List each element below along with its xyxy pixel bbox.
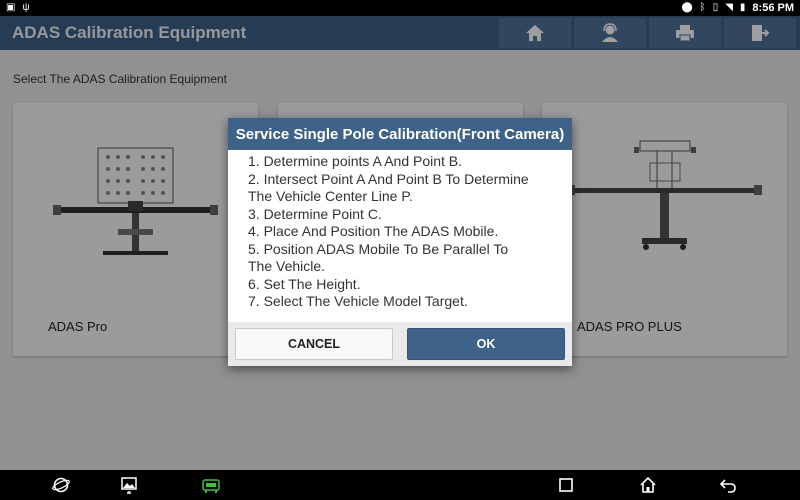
dialog-footer: CANCEL OK <box>228 322 572 366</box>
instruction-line: 2. Intersect Point A And Point B To Dete… <box>248 170 529 187</box>
back-icon <box>719 479 736 493</box>
gallery-button[interactable] <box>119 475 139 495</box>
status-left: ▣ ψ <box>6 0 30 16</box>
location-icon: ⬤ <box>681 2 693 13</box>
navigation-bar <box>0 470 800 500</box>
nav-home-button[interactable] <box>638 475 658 495</box>
vci-icon <box>202 479 220 493</box>
recents-button[interactable] <box>556 475 576 495</box>
vci-button[interactable] <box>201 475 221 495</box>
instruction-line: 3. Determine Point C. <box>248 205 382 222</box>
instruction-line: 6. Set The Height. <box>248 275 361 292</box>
instruction-line: 7. Select The Vehicle Model Target. <box>248 293 468 309</box>
browser-icon <box>52 477 70 493</box>
status-time: 8:56 PM <box>752 2 794 14</box>
recents-icon <box>559 478 573 492</box>
bluetooth-icon: ᛒ <box>699 2 706 13</box>
status-right: ⬤ ᛒ ▯ ◥ ▮ 8:56 PM <box>681 0 794 16</box>
calibration-dialog: Service Single Pole Calibration(Front Ca… <box>228 118 572 366</box>
instruction-line: 5. Position ADAS Mobile To Be Parallel T… <box>248 240 509 257</box>
ok-button[interactable]: OK <box>407 328 565 360</box>
home-icon <box>640 476 656 493</box>
image-icon: ▣ <box>6 2 16 13</box>
dialog-body: 1. Determine points A And Point B. 2. In… <box>228 150 572 322</box>
instruction-line: The Vehicle. <box>248 258 326 274</box>
battery-icon: ▮ <box>739 2 746 13</box>
cancel-button[interactable]: CANCEL <box>235 328 393 360</box>
instruction-line: 4. Place And Position The ADAS Mobile. <box>248 223 499 239</box>
gallery-icon <box>121 477 137 494</box>
dialog-title: Service Single Pole Calibration(Front Ca… <box>228 118 572 150</box>
usb-icon: ψ <box>22 2 30 13</box>
browser-button[interactable] <box>51 475 71 495</box>
status-bar: ▣ ψ ⬤ ᛒ ▯ ◥ ▮ 8:56 PM <box>0 0 800 16</box>
wifi-icon: ◥ <box>725 2 733 13</box>
back-button[interactable] <box>718 475 738 495</box>
instruction-line: 1. Determine points A And Point B. <box>248 153 463 169</box>
instruction-line: The Vehicle Center Line P. <box>248 188 413 204</box>
vibrate-icon: ▯ <box>712 2 719 13</box>
